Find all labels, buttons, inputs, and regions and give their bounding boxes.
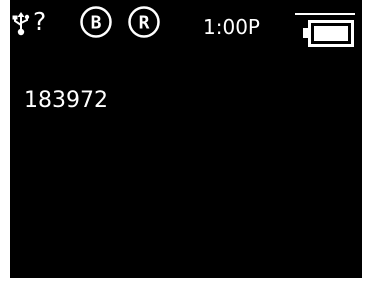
clock-time: 1:00P bbox=[203, 15, 260, 39]
status-bar: ? B R 1:00P bbox=[10, 0, 362, 47]
usb-icon bbox=[12, 12, 30, 36]
badge-b-label: B bbox=[91, 13, 102, 34]
bluetooth-b-badge-icon: B bbox=[80, 6, 112, 38]
device-screen: ? B R 1:00P 183972 bbox=[10, 0, 362, 278]
unknown-status-indicator: ? bbox=[33, 7, 47, 36]
code-display: 183972 bbox=[24, 88, 108, 113]
battery-icon bbox=[295, 13, 355, 47]
r-badge-icon: R bbox=[128, 6, 160, 38]
battery-fill bbox=[314, 26, 348, 41]
badge-r-label: R bbox=[139, 13, 150, 34]
